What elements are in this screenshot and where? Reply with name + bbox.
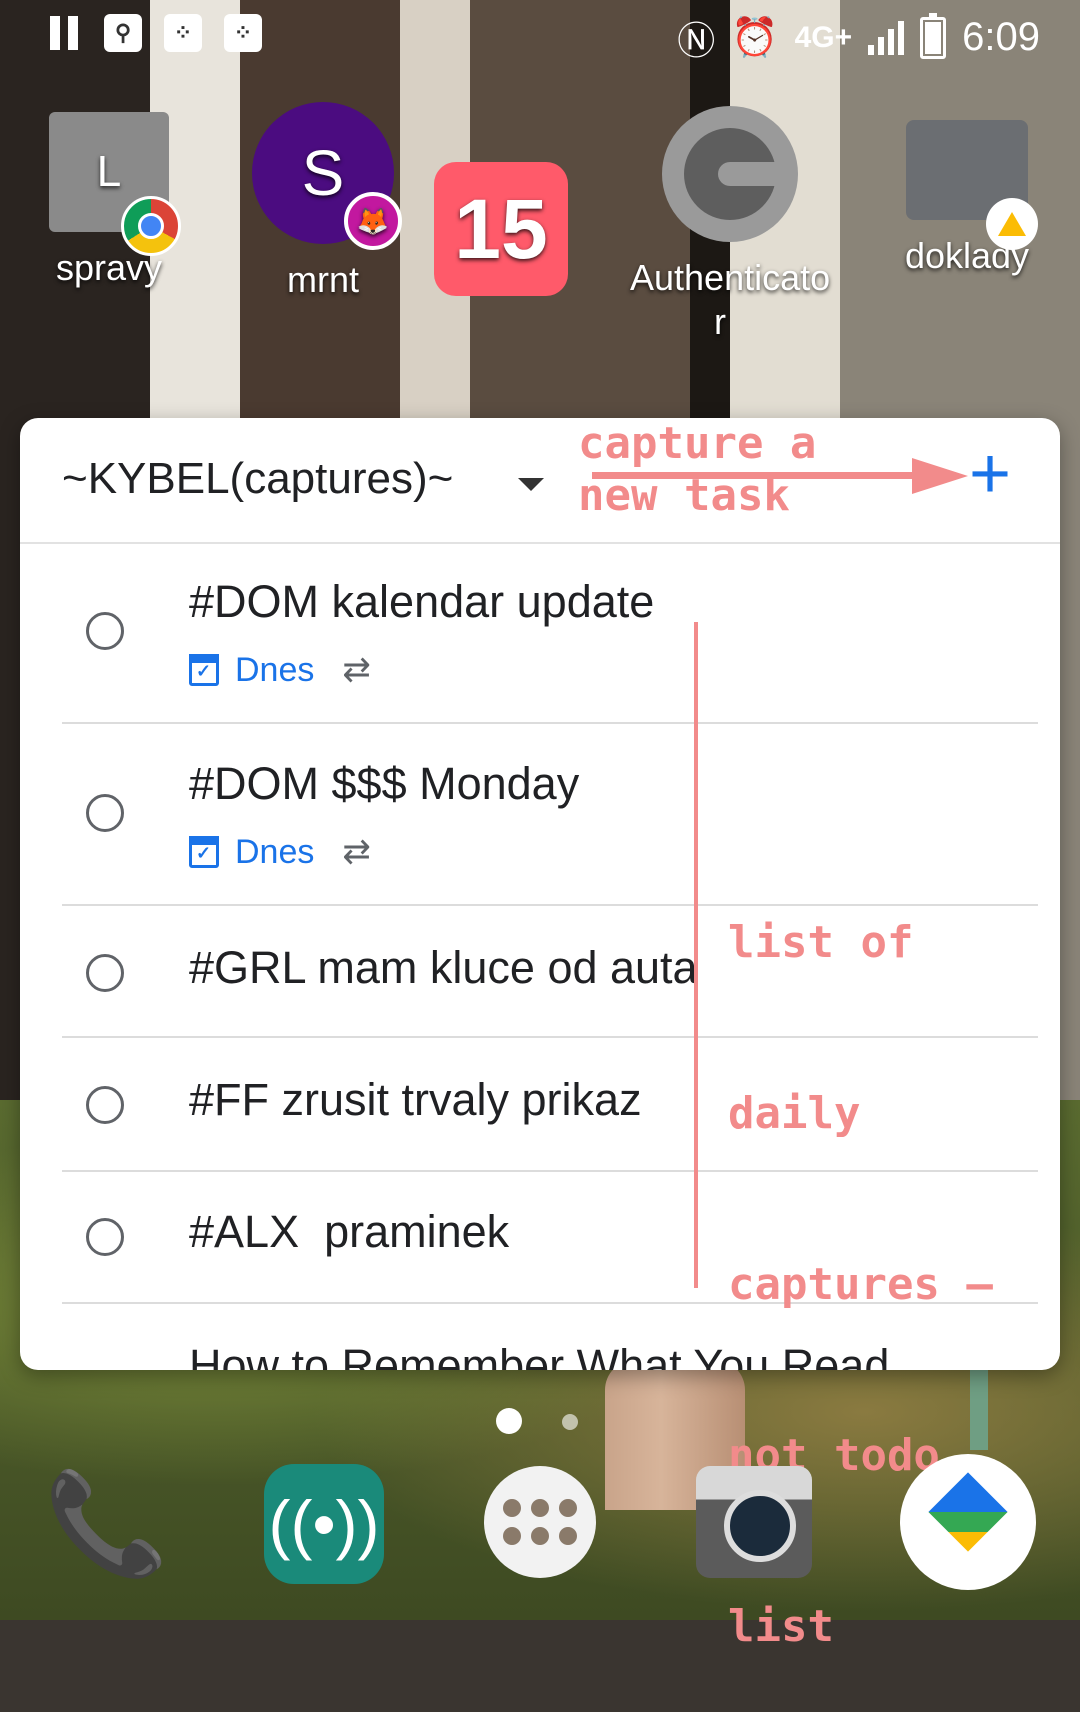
annotation-capture: capture a new task [578, 418, 816, 522]
nfc-icon: Ⓝ [677, 21, 716, 63]
task-checkbox[interactable] [86, 1218, 124, 1256]
app-label: mrnt [287, 259, 359, 300]
annotation-line: list [728, 1601, 834, 1652]
blackberry-icon: ⁘ [164, 14, 202, 52]
alarm-icon: ⏰ [731, 16, 779, 59]
status-bar: ⚲ ⁘ ⁘ Ⓝ ⏰ 4G+ 6:09 [0, 0, 1080, 70]
calendar-day-number: 15 [454, 182, 548, 276]
clock: 6:09 [962, 15, 1040, 59]
task-checkbox[interactable] [86, 954, 124, 992]
task-title: #GRL mam kluce od auta [189, 942, 698, 993]
annotation-line: daily [728, 1088, 861, 1139]
google-drive-icon [986, 198, 1038, 250]
arrow-right-icon [912, 458, 968, 494]
repeat-icon: ⇄ [342, 651, 371, 689]
app-label: doklady [904, 235, 1030, 276]
page-indicator[interactable] [562, 1414, 578, 1430]
app-mrnt[interactable]: S 🦊 mrnt [218, 102, 428, 302]
task-due: Dnes [235, 650, 315, 689]
repeat-icon: ⇄ [342, 833, 371, 871]
usb-icon: ⚲ [104, 14, 142, 52]
app-label: Authenticato r [630, 257, 831, 342]
app-mrnt-letter: S [301, 137, 345, 209]
authenticator-icon [662, 106, 798, 242]
camera-icon[interactable] [696, 1466, 812, 1578]
add-task-button[interactable]: + [960, 438, 1020, 510]
task-title: #DOM $$$ Monday [189, 758, 580, 809]
firefox-icon: 🦊 [344, 192, 402, 250]
app-spravy-letter: L [96, 147, 122, 196]
app-authenticator[interactable]: Authenticato r [630, 106, 830, 344]
app-spravy[interactable]: L spravy [4, 112, 214, 290]
page-indicator-active[interactable] [496, 1408, 522, 1434]
blackberry-icon: ⁘ [224, 14, 262, 52]
annotation-arrow-shaft [592, 472, 922, 479]
phone-icon[interactable] [44, 1464, 164, 1584]
app-doklady[interactable]: doklady [862, 120, 1072, 278]
annotation-vertical-line [694, 622, 698, 1288]
chrome-icon [121, 196, 181, 256]
app-mrnt-icon: S 🦊 [252, 102, 402, 250]
app-spravy-icon: L [49, 112, 181, 256]
radio-icon[interactable]: ((•)) [264, 1464, 384, 1584]
task-due: Dnes [235, 832, 315, 871]
maps-icon[interactable] [900, 1454, 1036, 1590]
task-title: #FF zrusit trvaly prikaz [189, 1074, 642, 1125]
app-calendar-15[interactable]: 15 [434, 162, 568, 310]
signal-icon [868, 20, 905, 55]
task-title: #DOM kalendar update [189, 576, 655, 627]
pause-icon [50, 16, 82, 50]
app-label: spravy [55, 247, 163, 288]
annotation-line: captures — [728, 1259, 993, 1310]
list-title[interactable]: ~KYBEL(captures)~ [62, 454, 453, 504]
calendar-check-icon [189, 654, 219, 686]
task-item[interactable]: #DOM kalendar update Dnes ⇄ [60, 542, 1038, 724]
annotation-line: list of [728, 917, 914, 968]
annotation-line: capture a [578, 418, 817, 469]
task-checkbox[interactable] [86, 612, 124, 650]
task-title: #ALX praminek [189, 1206, 510, 1257]
widget-header: ~KYBEL(captures)~ + [20, 418, 1060, 544]
folder-icon [906, 120, 1038, 250]
task-checkbox[interactable] [86, 794, 124, 832]
calendar-check-icon [189, 836, 219, 868]
chevron-down-icon[interactable] [518, 478, 544, 491]
battery-icon [920, 12, 947, 59]
app-drawer-icon[interactable] [484, 1466, 596, 1578]
network-type: 4G+ [794, 20, 853, 54]
calendar-15-icon: 15 [434, 162, 568, 296]
task-checkbox[interactable] [86, 1086, 124, 1124]
